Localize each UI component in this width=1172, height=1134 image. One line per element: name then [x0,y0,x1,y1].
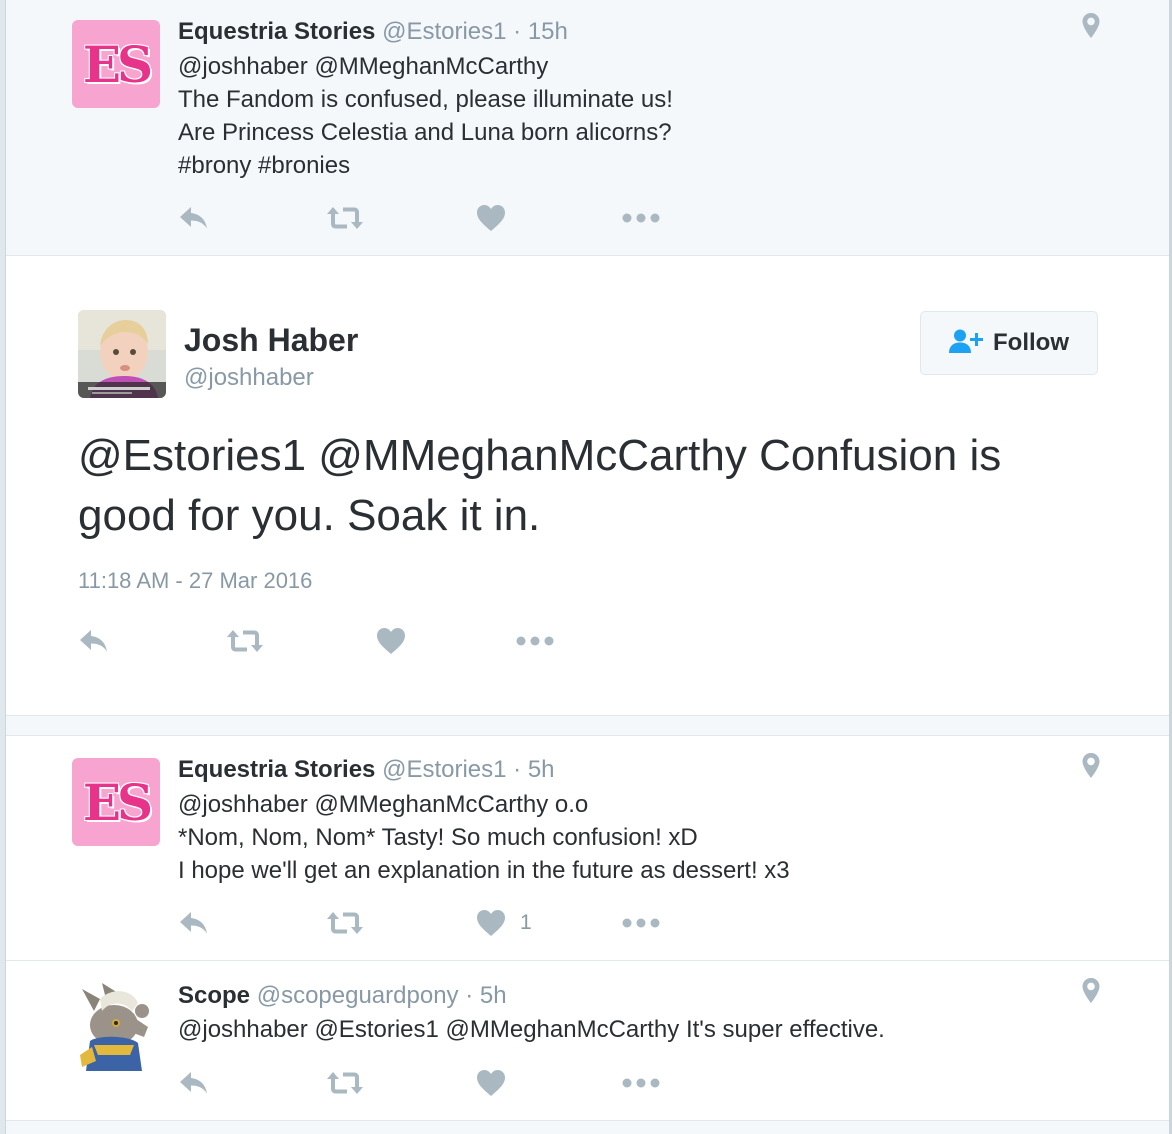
tweet-text: @joshhaber @MMeghanMcCarthy The Fandom i… [178,50,673,182]
separator-dot: · [513,756,522,783]
reply-tweet[interactable]: Scope @scopeguardpony · 5h @joshhaber @E… [6,961,1169,1121]
heart-icon [476,909,506,937]
section-divider [6,716,1169,736]
avatar-letters: ES [82,34,153,94]
tweet-time[interactable]: 5h [480,982,507,1009]
tweet-line: @joshhaber @Estories1 @MMeghanMcCarthy I… [178,1016,885,1043]
tweet-line: @joshhaber @MMeghanMcCarthy o.o [178,791,589,818]
like-action[interactable]: 1 [476,908,532,938]
main-tweet-line: @Estories1 @MMeghanMcCarthy Confusion is [78,431,1002,480]
author-handle[interactable]: @Estories1 [382,18,506,45]
tweet-line: I hope we'll get an explanation in the f… [178,857,790,884]
add-user-icon [949,328,983,359]
reply-icon[interactable] [178,908,210,938]
more-icon[interactable] [622,1068,660,1098]
author-name[interactable]: Equestria Stories [178,18,375,45]
location-pin-icon[interactable] [1081,977,1101,1010]
author-handle[interactable]: @scopeguardpony [257,982,459,1009]
tweet-actions [178,1068,678,1098]
tweet-time[interactable]: 5h [528,756,555,783]
tweet-timestamp[interactable]: 11:18 AM - 27 Mar 2016 [78,568,312,594]
separator-dot: · [465,982,474,1009]
separator-dot: · [513,18,522,45]
equestria-stories-avatar[interactable]: ES [72,20,160,108]
heart-icon[interactable] [376,626,406,656]
more-icon[interactable] [516,626,554,656]
tweet-actions [78,626,578,656]
timeline-bottom-gap [6,1121,1169,1134]
location-pin-icon[interactable] [1081,12,1101,45]
reply-icon[interactable] [178,1068,210,1098]
tweet-line: Are Princess Celestia and Luna born alic… [178,119,672,146]
retweet-icon[interactable] [226,626,264,656]
tweet-line: *Nom, Nom, Nom* Tasty! So much confusion… [178,824,698,851]
tweet-header: Equestria Stories @Estories1 · 5h [178,756,555,784]
reply-icon[interactable] [78,626,110,656]
main-tweet-text: @Estories1 @MMeghanMcCarthy Confusion is… [78,426,1088,546]
scope-avatar[interactable] [72,981,160,1071]
main-tweet-line: good for you. Soak it in. [78,491,541,540]
reply-icon[interactable] [178,203,210,233]
retweet-icon[interactable] [326,1068,364,1098]
reply-tweet[interactable]: ES Equestria Stories @Estories1 · 5h @jo… [6,736,1169,961]
more-icon[interactable] [622,908,660,938]
tweet-header: Equestria Stories @Estories1 · 15h [178,18,568,46]
heart-icon[interactable] [476,203,506,233]
tweet-line: The Fandom is confused, please illuminat… [178,86,673,113]
author-handle[interactable]: @Estories1 [382,756,506,783]
follow-label: Follow [993,329,1069,356]
follow-button[interactable]: Follow [920,311,1098,375]
tweet-text: @joshhaber @MMeghanMcCarthy o.o *Nom, No… [178,788,790,887]
author-name[interactable]: Scope [178,982,250,1009]
josh-haber-avatar[interactable] [78,310,166,398]
avatar-letters: ES [82,772,153,832]
like-count: 1 [520,911,532,934]
author-name[interactable]: Josh Haber [184,322,358,359]
tweet-actions [178,203,678,233]
tweet-text: @joshhaber @Estories1 @MMeghanMcCarthy I… [178,1013,885,1046]
author-handle[interactable]: @joshhaber [184,364,314,392]
tweet-line: @joshhaber @MMeghanMcCarthy [178,53,549,80]
tweet-time[interactable]: 15h [528,18,568,45]
main-tweet: Josh Haber @joshhaber Follow @Estories1 … [6,256,1169,716]
equestria-stories-avatar[interactable]: ES [72,758,160,846]
location-pin-icon[interactable] [1081,752,1101,785]
tweet-line: #brony #bronies [178,152,351,179]
author-name[interactable]: Equestria Stories [178,756,375,783]
retweet-icon[interactable] [326,908,364,938]
tweet-header: Scope @scopeguardpony · 5h [178,982,507,1010]
retweet-icon[interactable] [326,203,364,233]
more-icon[interactable] [622,203,660,233]
parent-tweet[interactable]: ES Equestria Stories @Estories1 · 15h @j… [6,0,1169,256]
tweet-actions: 1 [178,908,678,938]
heart-icon[interactable] [476,1068,506,1098]
